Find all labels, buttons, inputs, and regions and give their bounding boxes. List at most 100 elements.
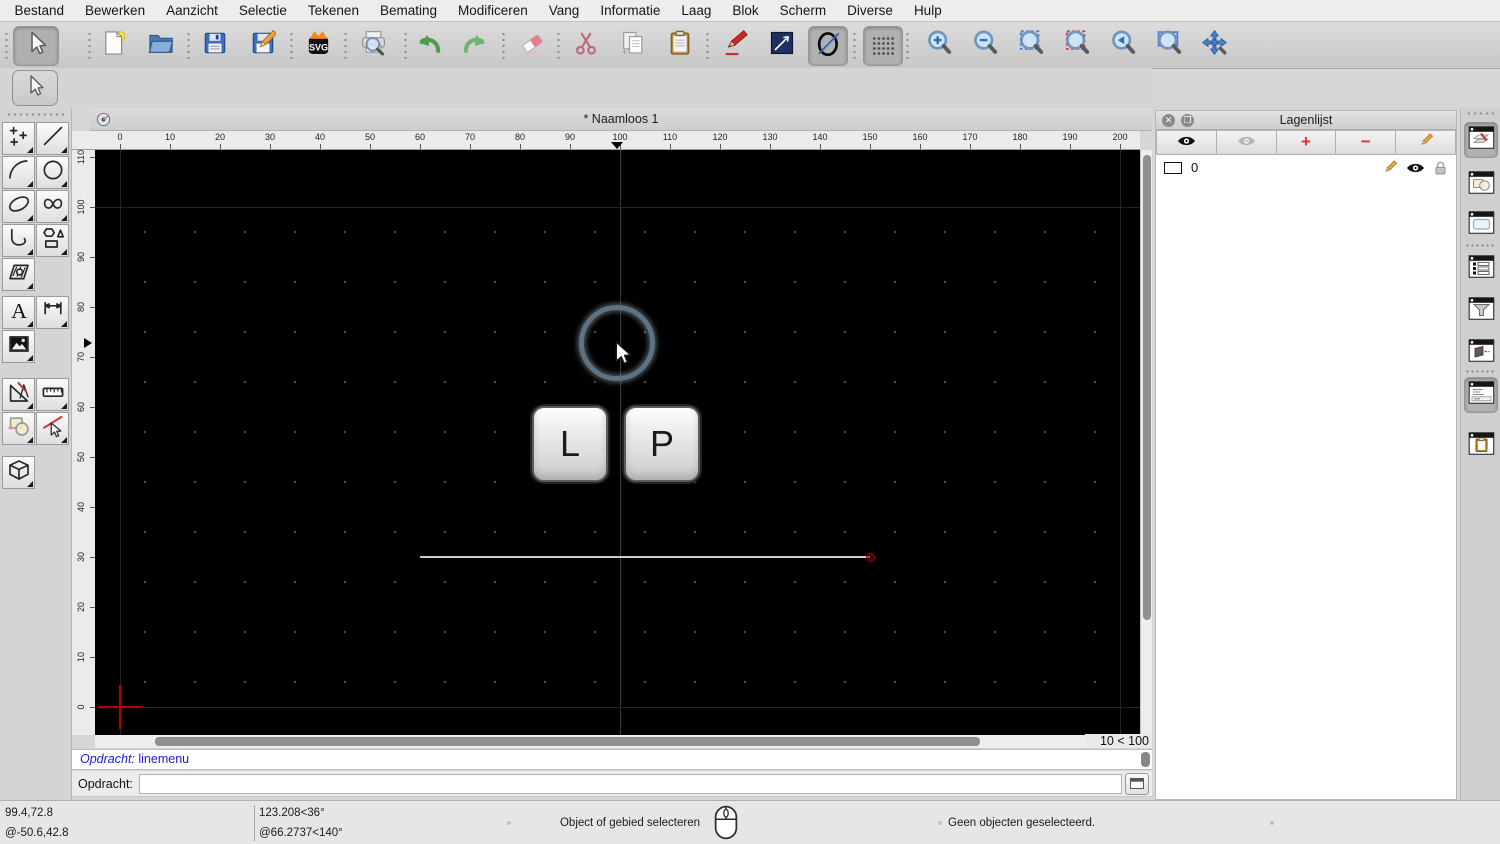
layer-list-panel-toggle[interactable] bbox=[1464, 122, 1498, 158]
print-preview-button[interactable] bbox=[354, 26, 392, 64]
menu-selectie[interactable]: Selectie bbox=[228, 3, 297, 18]
show-all-layers-button[interactable] bbox=[1156, 130, 1217, 155]
pen-bar-panel-toggle[interactable] bbox=[1464, 335, 1498, 371]
arc-tool-button[interactable] bbox=[2, 156, 35, 189]
property-editor-panel-toggle[interactable] bbox=[1464, 251, 1498, 287]
dimension-tool-button[interactable] bbox=[36, 296, 69, 329]
command-detach-button[interactable] bbox=[1125, 772, 1149, 795]
layer-edit-pencil-icon[interactable] bbox=[1382, 160, 1397, 175]
solid-3d-tool-icon bbox=[7, 458, 31, 487]
image-tool-button[interactable] bbox=[2, 330, 35, 363]
polygon-tool-button[interactable] bbox=[36, 224, 69, 257]
h-ruler-label: 200 bbox=[1112, 132, 1128, 142]
menu-blok[interactable]: Blok bbox=[722, 3, 769, 18]
spline-tool-button[interactable] bbox=[36, 190, 69, 223]
h-ruler-tick bbox=[520, 144, 521, 149]
dock-drag-handle[interactable] bbox=[1466, 112, 1496, 115]
copy-button[interactable]: + bbox=[614, 26, 652, 64]
statusbar-divider bbox=[254, 805, 255, 841]
menu-informatie[interactable]: Informatie bbox=[590, 3, 671, 18]
circle-tool-button[interactable] bbox=[36, 156, 69, 189]
text-tool-button[interactable]: A bbox=[2, 296, 35, 329]
zoom-out-button[interactable] bbox=[966, 26, 1004, 64]
grid-toggle-button[interactable] bbox=[863, 26, 903, 66]
save-button[interactable] bbox=[196, 26, 234, 64]
menu-vang[interactable]: Vang bbox=[538, 3, 590, 18]
edit-layer-icon bbox=[1418, 132, 1434, 153]
menu-hulp[interactable]: Hulp bbox=[903, 3, 952, 18]
menu-diverse[interactable]: Diverse bbox=[837, 3, 904, 18]
palette-drag-handle[interactable] bbox=[6, 113, 64, 116]
hatch-tool-button[interactable] bbox=[2, 258, 35, 291]
drafting-tools-button[interactable] bbox=[2, 378, 35, 411]
document-tab-bar[interactable]: * Naamloos 1 bbox=[90, 108, 1152, 131]
solid-3d-tool-button[interactable] bbox=[2, 456, 35, 489]
menu-tekenen[interactable]: Tekenen bbox=[297, 3, 369, 18]
svg-export-button[interactable]: SVG bbox=[299, 26, 337, 64]
library-browser-panel-toggle[interactable] bbox=[1464, 207, 1498, 243]
points-tool-button[interactable] bbox=[2, 122, 35, 155]
zoom-window-button[interactable] bbox=[1150, 26, 1188, 64]
zoom-previous-button[interactable] bbox=[1104, 26, 1142, 64]
h-ruler-label: 190 bbox=[1062, 132, 1078, 142]
layer-visible-eye-icon[interactable] bbox=[1406, 162, 1425, 174]
vertical-scrollbar-thumb[interactable] bbox=[1143, 155, 1151, 620]
selection-filter-panel-toggle[interactable] bbox=[1464, 293, 1498, 329]
new-document-button[interactable] bbox=[95, 26, 133, 64]
select-entity-tool-button[interactable] bbox=[36, 412, 69, 445]
command-line-panel-toggle[interactable] bbox=[1464, 377, 1498, 413]
select-tool-button[interactable] bbox=[12, 70, 58, 106]
measure-tool-button[interactable] bbox=[36, 378, 69, 411]
hide-all-layers-button[interactable] bbox=[1216, 130, 1277, 155]
line-tool-button[interactable] bbox=[36, 122, 69, 155]
pen-attributes-icon bbox=[721, 29, 749, 62]
edit-layer-button[interactable] bbox=[1396, 130, 1456, 155]
ellipse-tool-button[interactable] bbox=[2, 190, 35, 223]
select-tool-button[interactable] bbox=[13, 26, 59, 66]
measure-tool-icon bbox=[41, 380, 65, 409]
save-as-button[interactable] bbox=[244, 26, 282, 64]
menu-bestand[interactable]: Bestand bbox=[4, 3, 75, 18]
menu-modificeren[interactable]: Modificeren bbox=[448, 3, 539, 18]
zoom-pan-button[interactable] bbox=[1195, 26, 1233, 64]
polyline-tool-button[interactable] bbox=[2, 224, 35, 257]
h-ruler-tick bbox=[120, 144, 121, 149]
v-ruler-label: 90 bbox=[76, 252, 86, 263]
zoom-selection-button[interactable] bbox=[1058, 26, 1096, 64]
vertical-scrollbar[interactable] bbox=[1140, 150, 1152, 735]
draft-mode-button[interactable] bbox=[808, 26, 848, 66]
open-file-button[interactable] bbox=[142, 26, 180, 64]
zoom-auto-button[interactable] bbox=[1012, 26, 1050, 64]
main-toolbar: SVG + + bbox=[0, 22, 1500, 69]
ellipse-tool-icon bbox=[7, 192, 31, 221]
cut-button[interactable]: + bbox=[567, 26, 605, 64]
line-entity[interactable] bbox=[420, 556, 870, 558]
paste-button[interactable] bbox=[661, 26, 699, 64]
pen-attributes-button[interactable] bbox=[716, 26, 754, 64]
select-tool-icon bbox=[23, 30, 50, 62]
add-layer-button[interactable]: + bbox=[1276, 130, 1337, 155]
clipboard-panel-toggle[interactable] bbox=[1464, 428, 1498, 464]
v-ruler-label: 10 bbox=[76, 652, 86, 663]
remove-layer-button[interactable]: − bbox=[1336, 130, 1397, 155]
layer-lock-icon[interactable] bbox=[1434, 160, 1447, 176]
menu-bewerken[interactable]: Bewerken bbox=[75, 3, 156, 18]
block-list-panel-toggle[interactable] bbox=[1464, 167, 1498, 203]
history-scrollbar-thumb[interactable] bbox=[1141, 752, 1150, 767]
undo-button[interactable] bbox=[409, 26, 447, 64]
command-input[interactable] bbox=[138, 773, 1122, 794]
drawing-canvas[interactable]: L P bbox=[95, 150, 1140, 735]
delete-eraser-button[interactable] bbox=[513, 26, 551, 64]
menu-laag[interactable]: Laag bbox=[671, 3, 722, 18]
zoom-in-button[interactable] bbox=[920, 26, 958, 64]
modify-tool-button[interactable] bbox=[2, 412, 35, 445]
menu-bemating[interactable]: Bemating bbox=[369, 3, 447, 18]
layer-row[interactable]: 0 bbox=[1156, 157, 1456, 178]
horizontal-scrollbar-thumb[interactable] bbox=[155, 737, 980, 746]
line-attributes-button[interactable] bbox=[763, 26, 801, 64]
menu-scherm[interactable]: Scherm bbox=[769, 3, 837, 18]
horizontal-scrollbar[interactable] bbox=[95, 735, 1085, 748]
menu-aanzicht[interactable]: Aanzicht bbox=[156, 3, 229, 18]
redo-button[interactable] bbox=[456, 26, 494, 64]
zoom-selection-icon bbox=[1063, 28, 1092, 62]
